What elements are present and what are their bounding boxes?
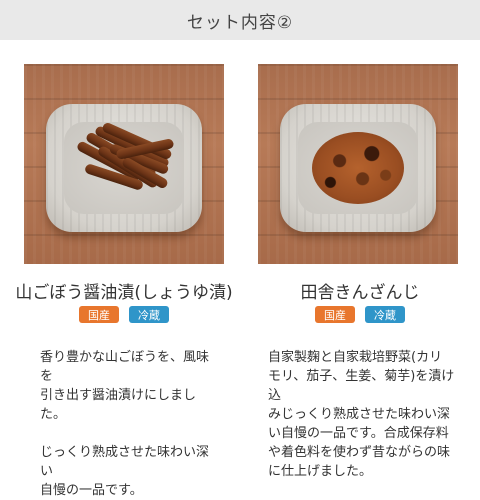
product-description: 香り豊かな山ごぼうを、風味を 引き出す醤油漬けにしました。 じっくり熟成させた味… <box>40 348 220 500</box>
description-paragraph: 香り豊かな山ごぼうを、風味を 引き出す醤油漬けにしました。 <box>40 350 210 422</box>
product-title: 田舎きんざんじ <box>300 283 420 303</box>
bowl-image <box>280 104 436 232</box>
product-photo-yamagobo <box>24 64 224 264</box>
kinzanji-mound <box>312 132 404 204</box>
product-tags: 国産 冷蔵 <box>4 306 244 323</box>
product-description: 自家製麹と自家栽培野菜(カリ モリ、茄子、生姜、菊芋)を漬け込 みじっくり熟成さ… <box>268 348 464 481</box>
refrigerated-badge: 冷蔵 <box>365 306 405 323</box>
section-header: セット内容② <box>0 0 480 40</box>
refrigerated-badge: 冷蔵 <box>129 306 169 323</box>
product-card-yamagobo: 山ごぼう醤油漬(しょうゆ漬) 国産 冷蔵 香り豊かな山ごぼうを、風味を 引き出す… <box>0 40 240 498</box>
product-title: 山ごぼう醤油漬(しょうゆ漬) <box>15 283 233 303</box>
domestic-badge: 国産 <box>315 306 355 323</box>
description-paragraph: じっくり熟成させた味わい深い 自慢の一品です。 <box>40 445 210 498</box>
section-title: セット内容② <box>186 12 294 33</box>
bowl-image <box>46 104 202 232</box>
description-paragraph: 自家製麹と自家栽培野菜(カリ モリ、茄子、生姜、菊芋)を漬け込 みじっくり熟成さ… <box>268 350 455 479</box>
product-card-kinzanji: 田舎きんざんじ 国産 冷蔵 自家製麹と自家栽培野菜(カリ モリ、茄子、生姜、菊芋… <box>240 40 480 480</box>
product-tags: 国産 冷蔵 <box>240 306 480 323</box>
product-photo-kinzanji <box>258 64 458 264</box>
domestic-badge: 国産 <box>79 306 119 323</box>
